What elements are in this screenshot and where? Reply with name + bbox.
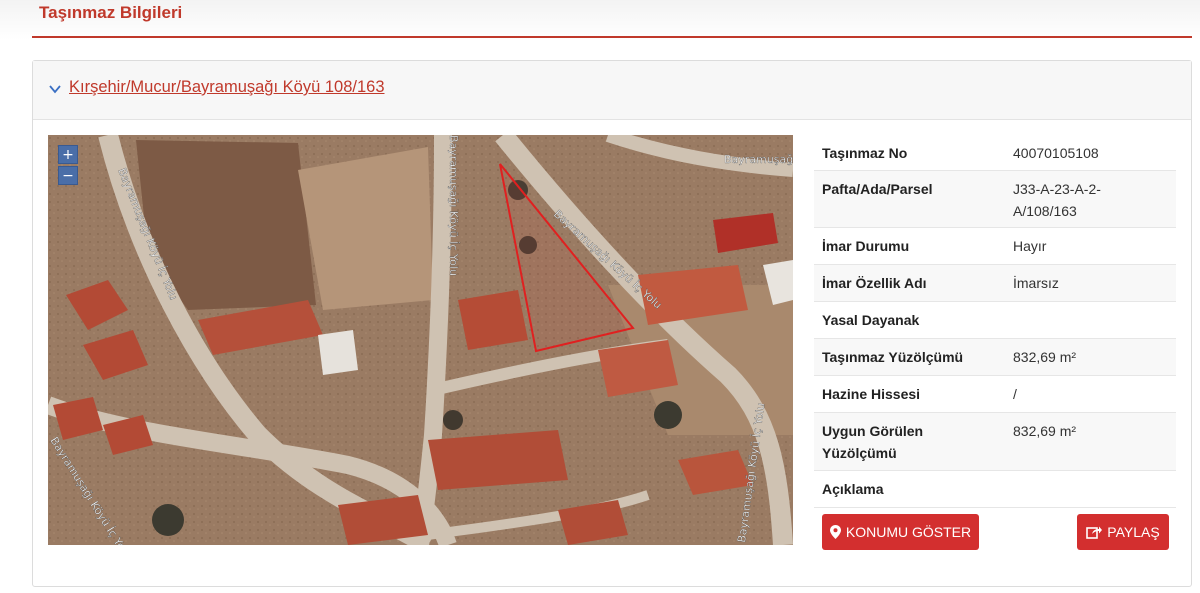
share-icon	[1086, 526, 1103, 539]
info-row: Uygun Görülen Yüzölçümü 832,69 m²	[814, 413, 1176, 471]
info-label: Uygun Görülen Yüzölçümü	[822, 423, 924, 461]
road-label-top-right: Bayramuşağı	[724, 153, 793, 166]
zoom-in-button[interactable]: +	[58, 145, 78, 164]
tree	[152, 504, 184, 536]
info-label: İmar Durumu	[822, 238, 910, 254]
info-value: /	[1013, 386, 1017, 402]
satellite-map[interactable]: Bayramuşağı Köyü İç Yolu Bayramuşağı Köy…	[48, 135, 793, 545]
building	[428, 430, 568, 490]
info-row: Açıklama	[814, 471, 1176, 508]
zoom-out-button[interactable]: −	[58, 166, 78, 185]
road-label-center: Bayramuşağı Köyü İç Yolu	[447, 135, 460, 276]
info-label: Taşınmaz No	[822, 145, 908, 161]
info-value: 40070105108	[1013, 145, 1099, 161]
page-title: Taşınmaz Bilgileri	[39, 3, 183, 22]
property-title-link[interactable]: Kırşehir/Mucur/Bayramuşağı Köyü 108/163	[69, 78, 385, 97]
info-label: Açıklama	[822, 481, 884, 497]
info-row: Taşınmaz No 40070105108	[814, 135, 1176, 171]
info-row: Taşınmaz Yüzölçümü 832,69 m²	[814, 339, 1176, 376]
info-value: İmarsız	[1013, 275, 1059, 291]
info-row: Pafta/Ada/Parsel J33-A-23-A-2-A/108/163	[814, 171, 1176, 228]
card-header[interactable]: Kırşehir/Mucur/Bayramuşağı Köyü 108/163	[33, 61, 1191, 120]
tree	[443, 410, 463, 430]
info-label: Hazine Hissesi	[822, 386, 921, 402]
info-label: Taşınmaz Yüzölçümü	[822, 349, 964, 365]
property-card: Kırşehir/Mucur/Bayramuşağı Köyü 108/163	[32, 60, 1192, 587]
building	[318, 330, 358, 375]
info-row: Hazine Hissesi /	[814, 376, 1176, 413]
info-value: Hayır	[1013, 238, 1047, 254]
info-label: Yasal Dayanak	[822, 312, 920, 328]
show-location-button[interactable]: KONUMU GÖSTER	[822, 514, 979, 550]
info-label: İmar Özellik Adı	[822, 275, 927, 291]
info-value: 832,69 m²	[1013, 349, 1077, 365]
tree	[654, 401, 682, 429]
property-info-table: Taşınmaz No 40070105108 Pafta/Ada/Parsel…	[814, 135, 1176, 508]
show-location-label: KONUMU GÖSTER	[845, 524, 972, 540]
info-row: Yasal Dayanak	[814, 302, 1176, 339]
info-value: J33-A-23-A-2-A/108/163	[1013, 181, 1101, 219]
share-button[interactable]: PAYLAŞ	[1077, 514, 1169, 550]
map-marker-icon	[829, 525, 841, 539]
info-value: 832,69 m²	[1013, 423, 1077, 439]
chevron-down-icon[interactable]	[48, 82, 62, 96]
building	[458, 290, 528, 350]
info-row: İmar Özellik Adı İmarsız	[814, 265, 1176, 302]
info-row: İmar Durumu Hayır	[814, 228, 1176, 265]
title-divider	[32, 36, 1192, 38]
info-label: Pafta/Ada/Parsel	[822, 181, 933, 197]
map-imagery: Bayramuşağı Köyü İç Yolu Bayramuşağı Köy…	[48, 135, 793, 545]
share-label: PAYLAŞ	[1107, 524, 1160, 540]
